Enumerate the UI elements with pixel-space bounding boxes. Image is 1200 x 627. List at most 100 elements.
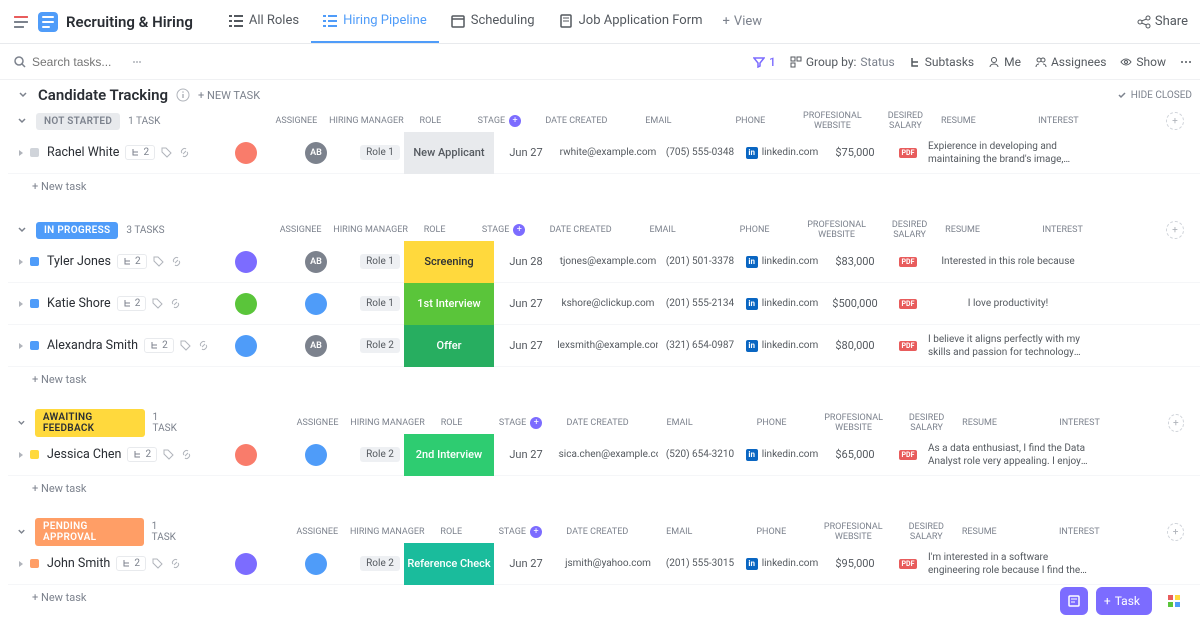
assignee-avatar[interactable] <box>235 293 257 315</box>
collapse-icon[interactable] <box>16 417 27 429</box>
subtask-badge[interactable]: 2 <box>116 556 146 571</box>
add-stage-icon[interactable]: + <box>513 224 525 236</box>
task-row[interactable]: Rachel White 2 AB Role 1 New Applicant J… <box>8 132 1200 174</box>
hiring-manager-avatar[interactable] <box>305 293 327 315</box>
email-cell[interactable]: kshore@clickup.com <box>558 298 658 309</box>
subtask-badge[interactable]: 2 <box>117 296 147 311</box>
task-row[interactable]: Tyler Jones 2 AB Role 1 Screening Jun 28… <box>8 241 1200 283</box>
pdf-badge[interactable]: PDF <box>899 559 918 569</box>
collapse-icon[interactable] <box>16 115 28 127</box>
status-pill[interactable]: IN PROGRESS <box>36 222 118 239</box>
stage-cell[interactable]: 1st Interview <box>404 283 494 325</box>
status-pill[interactable]: NOT STARTED <box>36 113 120 130</box>
more-icon[interactable] <box>132 57 142 67</box>
hide-closed-button[interactable]: HIDE CLOSED <box>1117 90 1192 101</box>
add-view-button[interactable]: +View <box>715 10 771 33</box>
info-icon[interactable] <box>176 88 190 102</box>
col-date-created[interactable]: DATE CREATED <box>549 220 613 240</box>
col-assignee[interactable]: ASSIGNEE <box>288 413 348 433</box>
menu-icon[interactable] <box>12 13 30 31</box>
tag-icon[interactable] <box>162 448 175 461</box>
col-phone[interactable]: PHONE <box>713 220 797 240</box>
col-role[interactable]: ROLE <box>427 522 475 542</box>
new-task-header-button[interactable]: + NEW TASK <box>198 89 260 102</box>
expand-icon[interactable] <box>16 299 26 309</box>
stage-cell[interactable]: Screening <box>404 241 494 283</box>
add-column-button[interactable]: + <box>1168 414 1184 432</box>
col-interest[interactable]: INTEREST <box>983 220 1143 240</box>
col-date-created[interactable]: DATE CREATED <box>566 413 630 433</box>
assignee-avatar[interactable] <box>235 142 257 164</box>
col-interest[interactable]: INTEREST <box>978 111 1138 131</box>
col-resume[interactable]: RESUME <box>938 111 978 131</box>
col-salary[interactable]: DESIRED SALARY <box>893 522 959 542</box>
hiring-manager-avatar[interactable] <box>305 553 327 575</box>
col-hiring-manager[interactable]: HIRING MANAGER <box>331 220 411 240</box>
col-assignee[interactable]: ASSIGNEE <box>271 220 331 240</box>
role-pill[interactable]: Role 1 <box>360 145 400 160</box>
col-assignee[interactable]: ASSIGNEE <box>287 522 347 542</box>
task-name[interactable]: Katie Shore <box>47 296 111 311</box>
tab-job-application[interactable]: Job Application Form <box>547 0 715 43</box>
add-column-button[interactable]: + <box>1167 523 1184 541</box>
assignee-avatar[interactable] <box>235 251 257 273</box>
link-icon[interactable] <box>169 297 182 310</box>
col-salary[interactable]: DESIRED SALARY <box>894 413 960 433</box>
pdf-badge[interactable]: PDF <box>899 257 918 267</box>
role-pill[interactable]: Role 1 <box>360 296 400 311</box>
website-cell[interactable]: inlinkedin.com <box>742 147 822 159</box>
col-date-created[interactable]: DATE CREATED <box>544 111 608 131</box>
new-task-button[interactable]: + New task <box>8 585 1200 610</box>
task-name[interactable]: Jessica Chen <box>47 447 121 462</box>
tab-all-roles[interactable]: All Roles <box>217 0 311 43</box>
status-dot[interactable] <box>30 559 39 568</box>
task-row[interactable]: Alexandra Smith 2 AB Role 2 Offer Jun 27… <box>8 325 1200 367</box>
col-hiring-manager[interactable]: HIRING MANAGER <box>347 522 427 542</box>
pdf-badge[interactable]: PDF <box>899 148 918 158</box>
website-cell[interactable]: inlinkedin.com <box>742 298 822 310</box>
assignee-avatar[interactable] <box>235 553 257 575</box>
col-role[interactable]: ROLE <box>428 413 476 433</box>
hiring-manager-avatar[interactable]: AB <box>305 142 327 164</box>
col-email[interactable]: EMAIL <box>613 220 713 240</box>
expand-icon[interactable] <box>16 559 26 569</box>
stage-cell[interactable]: New Applicant <box>404 132 494 174</box>
share-button[interactable]: Share <box>1137 14 1188 29</box>
new-task-button[interactable]: + New task <box>8 367 1200 392</box>
hiring-manager-avatar[interactable]: AB <box>305 335 327 357</box>
stage-cell[interactable]: Offer <box>404 325 494 367</box>
status-dot[interactable] <box>30 257 39 266</box>
hiring-manager-avatar[interactable]: AB <box>305 251 327 273</box>
pdf-badge[interactable]: PDF <box>899 450 918 460</box>
expand-icon[interactable] <box>16 257 26 267</box>
add-stage-icon[interactable]: + <box>530 526 542 538</box>
col-website[interactable]: PROFESIONAL WEBSITE <box>813 522 893 542</box>
col-interest[interactable]: INTEREST <box>1000 413 1160 433</box>
task-name[interactable]: Tyler Jones <box>47 254 111 269</box>
add-column-button[interactable]: + <box>1166 112 1184 130</box>
stage-cell[interactable]: 2nd Interview <box>404 434 494 476</box>
task-row[interactable]: Katie Shore 2 Role 1 1st Interview Jun 2… <box>8 283 1200 325</box>
search-box[interactable] <box>8 55 148 69</box>
subtask-badge[interactable]: 2 <box>117 254 147 269</box>
more-button[interactable] <box>1180 56 1192 68</box>
link-icon[interactable] <box>197 339 210 352</box>
col-resume[interactable]: RESUME <box>960 413 1000 433</box>
col-assignee[interactable]: ASSIGNEE <box>266 111 326 131</box>
col-interest[interactable]: INTEREST <box>999 522 1159 542</box>
website-cell[interactable]: inlinkedin.com <box>742 256 822 268</box>
col-date-created[interactable]: DATE CREATED <box>565 522 629 542</box>
col-stage[interactable]: STAGE+ <box>459 220 549 240</box>
link-icon[interactable] <box>180 448 193 461</box>
fab-task-button[interactable]: +Task <box>1096 587 1152 615</box>
me-button[interactable]: Me <box>988 55 1021 69</box>
col-salary[interactable]: DESIRED SALARY <box>877 220 943 240</box>
task-row[interactable]: Jessica Chen 2 Role 2 2nd Interview Jun … <box>8 434 1200 476</box>
role-pill[interactable]: Role 2 <box>360 447 400 462</box>
collapse-icon[interactable] <box>16 224 28 236</box>
email-cell[interactable]: jsmith@yahoo.com <box>558 558 658 569</box>
col-salary[interactable]: DESIRED SALARY <box>872 111 938 131</box>
col-hiring-manager[interactable]: HIRING MANAGER <box>326 111 406 131</box>
tag-icon[interactable] <box>151 297 164 310</box>
task-row[interactable]: John Smith 2 Role 2 Reference Check Jun … <box>8 543 1200 585</box>
